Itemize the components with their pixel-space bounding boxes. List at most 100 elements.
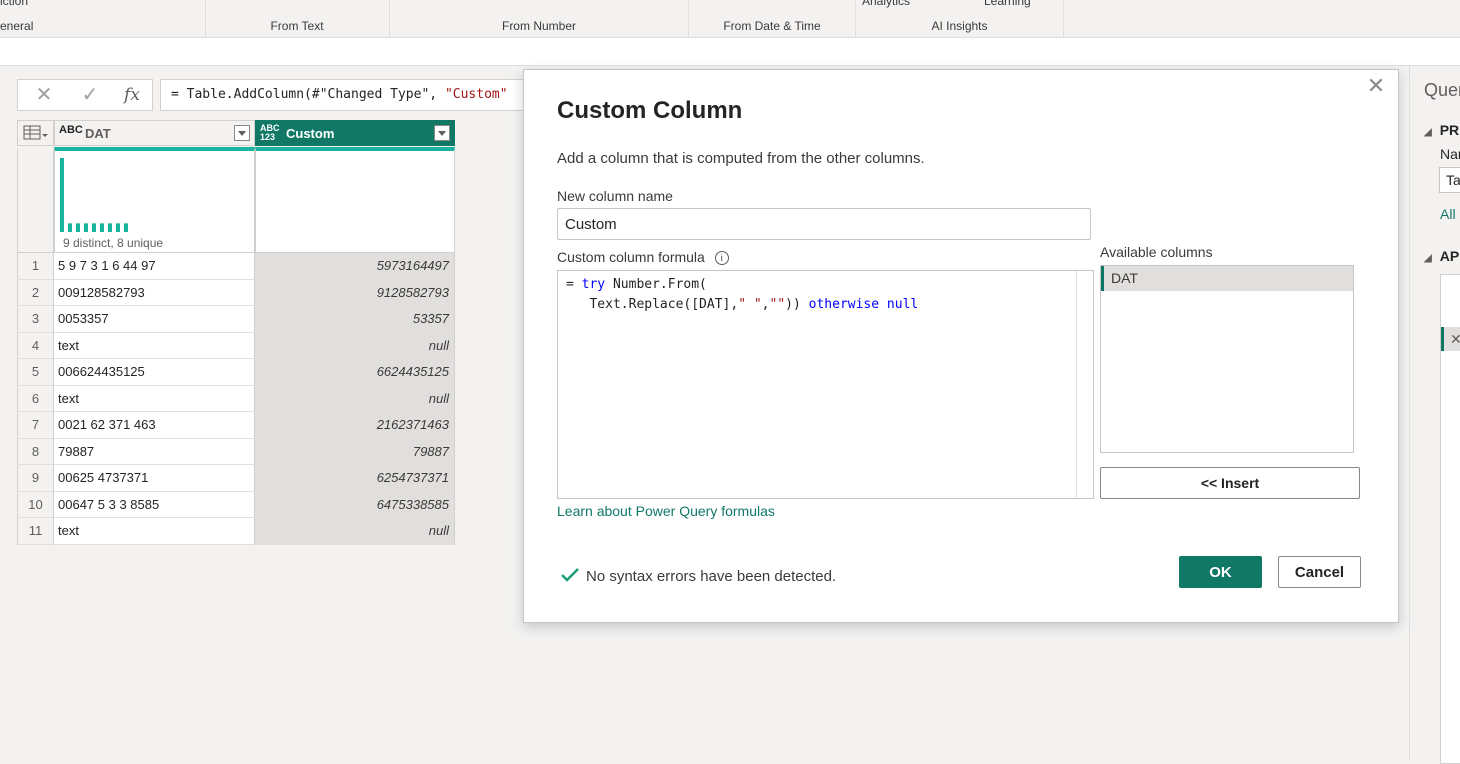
formula-bar-input[interactable]: = Table.AddColumn(#"Changed Type", "Cust… <box>160 79 530 111</box>
all-properties-link[interactable]: All <box>1440 206 1456 222</box>
table-row: 9 00625 4737371 6254737371 <box>17 465 455 492</box>
column-name: Custom <box>286 126 335 141</box>
row-number[interactable]: 5 <box>17 359 54 386</box>
new-column-name-input[interactable] <box>557 208 1091 240</box>
distribution-bar <box>92 223 96 232</box>
table-row: 11 text null <box>17 518 455 545</box>
cell-dat[interactable]: text <box>54 385 255 412</box>
column-filter-dropdown[interactable] <box>434 125 450 141</box>
distribution-bar <box>60 158 64 232</box>
formula-label: Custom column formula i <box>557 249 729 266</box>
distribution-bar <box>68 223 72 232</box>
formula-string: " " <box>738 297 762 312</box>
distribution-bar <box>108 223 112 232</box>
row-number[interactable]: 4 <box>17 332 54 359</box>
row-number[interactable]: 11 <box>17 518 54 545</box>
available-columns-list: DAT <box>1100 265 1354 453</box>
cancel-button[interactable]: Cancel <box>1278 556 1361 588</box>
dialog-description: Add a column that is computed from the o… <box>557 150 925 167</box>
cell-dat[interactable]: 79887 <box>54 438 255 465</box>
cell-dat[interactable]: 0021 62 371 463 <box>54 412 255 439</box>
ribbon-collapse-bar <box>0 38 1460 66</box>
ribbon-group-label: From Number <box>501 19 576 33</box>
column-name: DAT <box>85 126 111 141</box>
ribbon-fragment-learning[interactable]: Learning <box>984 0 1031 8</box>
table-row: 15 9 7 3 1 6 44 97 5973164497 <box>17 253 455 280</box>
cell-custom[interactable]: 79887 <box>255 438 455 465</box>
cell-dat[interactable]: 00647 5 3 3 8585 <box>54 491 255 518</box>
cell-custom[interactable]: 6624435125 <box>255 359 455 386</box>
any-type-icon[interactable]: ABC 123 <box>260 124 280 142</box>
table-row: 3 0053357 53357 <box>17 306 455 333</box>
distribution-bar <box>100 223 104 232</box>
formula-scrollbar[interactable] <box>1076 271 1093 498</box>
column-header-custom[interactable]: ABC 123 Custom <box>255 120 455 146</box>
confirm-check-icon[interactable]: ✓ <box>76 83 104 107</box>
formula-token: , <box>761 297 770 312</box>
table-row: 2 009128582793 9128582793 <box>17 279 455 306</box>
cell-dat[interactable]: text <box>54 518 255 545</box>
applied-steps-section[interactable]: ◢ AP <box>1424 248 1459 264</box>
syntax-status-text: No syntax errors have been detected. <box>586 568 837 585</box>
ribbon-group-from-text: From Text <box>205 0 390 37</box>
text-type-icon[interactable]: ABC <box>59 125 83 136</box>
delete-step-icon[interactable]: ✕ <box>1441 327 1460 351</box>
table-menu-button[interactable] <box>17 120 54 146</box>
cell-dat[interactable]: 00625 4737371 <box>54 465 255 492</box>
row-number[interactable]: 6 <box>17 385 54 412</box>
column-header-dat[interactable]: ABC DAT <box>54 120 255 146</box>
distribution-bar <box>116 223 120 232</box>
cell-dat[interactable]: 5 9 7 3 1 6 44 97 <box>54 253 255 280</box>
table-row: 7 0021 62 371 463 2162371463 <box>17 412 455 439</box>
cell-custom[interactable]: null <box>255 385 455 412</box>
formula-string: "" <box>769 297 786 312</box>
info-icon[interactable]: i <box>714 251 729 266</box>
row-number[interactable]: 10 <box>17 491 54 518</box>
properties-section[interactable]: ◢ PR <box>1424 122 1459 138</box>
cell-dat[interactable]: text <box>54 332 255 359</box>
learn-formulas-link[interactable]: Learn about Power Query formulas <box>557 503 775 519</box>
custom-column-dialog: ✕ Custom Column Add a column that is com… <box>523 69 1399 623</box>
column-filter-dropdown[interactable] <box>234 125 250 141</box>
syntax-status: No syntax errors have been detected. <box>560 567 836 585</box>
table-row: 10 00647 5 3 3 8585 6475338585 <box>17 491 455 518</box>
check-icon <box>561 568 579 582</box>
row-number[interactable]: 9 <box>17 465 54 492</box>
distribution-bar <box>124 223 128 232</box>
row-number[interactable]: 3 <box>17 306 54 333</box>
cancel-x-icon[interactable]: ✕ <box>30 83 58 107</box>
cell-custom[interactable]: 5973164497 <box>255 253 455 280</box>
ribbon-group-from-date-time: From Date & Time <box>689 0 856 37</box>
ribbon-group-label: From Text <box>270 19 324 33</box>
row-number[interactable]: 8 <box>17 438 54 465</box>
cell-custom[interactable]: 9128582793 <box>255 279 455 306</box>
ribbon-fragment-analytics[interactable]: Analytics <box>862 0 910 8</box>
available-column-item[interactable]: DAT <box>1101 266 1353 291</box>
query-name-input[interactable]: Ta <box>1439 167 1460 193</box>
row-number[interactable]: 2 <box>17 279 54 306</box>
cell-dat[interactable]: 0053357 <box>54 306 255 333</box>
formula-keyword: otherwise <box>808 297 880 312</box>
table-row: 5 006624435125 6624435125 <box>17 359 455 386</box>
cell-custom[interactable]: 6475338585 <box>255 491 455 518</box>
ribbon-group-general: eneral <box>0 0 206 37</box>
formula-string: "Custom" <box>444 87 508 102</box>
fx-icon[interactable]: fx <box>118 83 146 107</box>
dialog-title: Custom Column <box>557 97 743 124</box>
cell-custom[interactable]: 53357 <box>255 306 455 333</box>
formula-token: Text.Replace([DAT], <box>566 297 739 312</box>
cell-custom[interactable]: 2162371463 <box>255 412 455 439</box>
cell-dat[interactable]: 006624435125 <box>54 359 255 386</box>
close-icon[interactable]: ✕ <box>1364 74 1388 98</box>
column-profile-dat: 9 distinct, 8 unique <box>54 147 255 253</box>
row-number[interactable]: 1 <box>17 253 54 280</box>
insert-button[interactable]: << Insert <box>1100 467 1360 499</box>
cell-dat[interactable]: 009128582793 <box>54 279 255 306</box>
cell-custom[interactable]: null <box>255 332 455 359</box>
formula-editor[interactable]: = try Number.From( Text.Replace([DAT]," … <box>557 270 1094 499</box>
ok-button[interactable]: OK <box>1179 556 1262 588</box>
cell-custom[interactable]: 6254737371 <box>255 465 455 492</box>
cell-custom[interactable]: null <box>255 518 455 545</box>
row-number[interactable]: 7 <box>17 412 54 439</box>
formula-keyword: null <box>886 297 919 312</box>
